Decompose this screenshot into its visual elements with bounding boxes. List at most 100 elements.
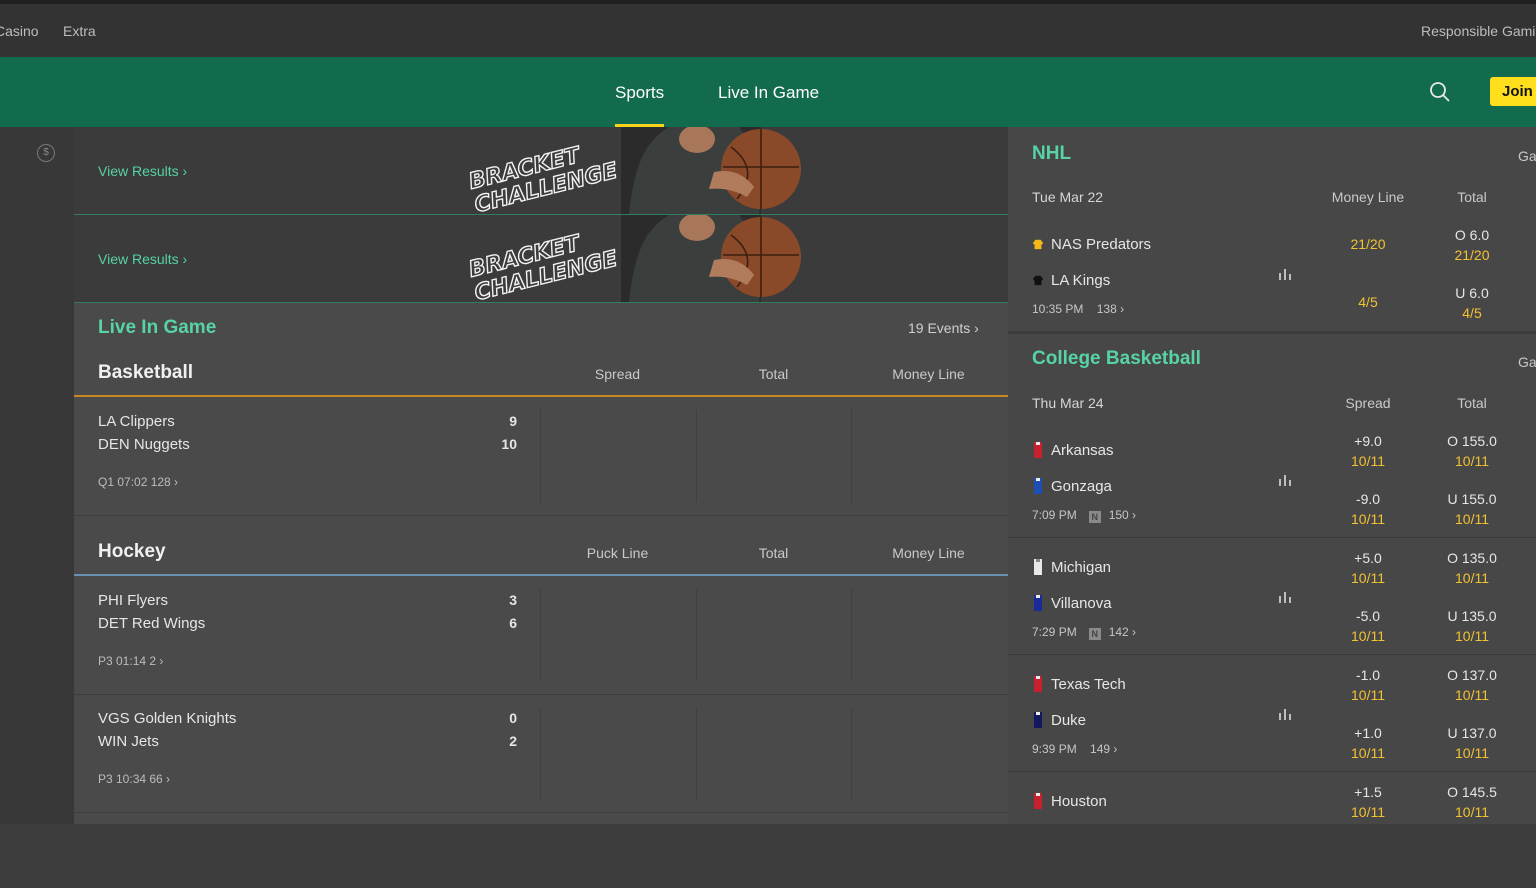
nav-casino-link[interactable]: Casino [0, 23, 39, 39]
game-row[interactable]: Arkansas Gonzaga 7:09 PM N 150 › +9.0 10/11… [1008, 421, 1536, 538]
divider [540, 707, 541, 799]
team-name: Michigan [1032, 559, 1111, 576]
nav-responsible-gaming-link[interactable]: Responsible Gaming [1421, 23, 1536, 39]
stats-bar-chart-icon[interactable] [1278, 268, 1292, 280]
divider [696, 589, 697, 681]
team-jersey-icon [1034, 595, 1042, 611]
league-more-link[interactable]: Ga [1518, 148, 1536, 164]
spread-odds[interactable]: +1.5 10/11 [1323, 783, 1413, 822]
col-header-spread: Spread [1345, 395, 1391, 411]
team-name: Arkansas [1032, 442, 1114, 459]
team-jersey-icon [1034, 559, 1042, 575]
markets-count-link[interactable]: 138 › [1097, 302, 1124, 316]
total-odds[interactable]: O 145.5 10/11 [1427, 783, 1517, 822]
tab-sports[interactable]: Sports [615, 83, 665, 127]
live-event-row[interactable]: VGS Golden Knights WIN Jets 0 2 P3 10:34… [74, 695, 1008, 813]
markets-count-link[interactable]: 149 › [1090, 742, 1117, 756]
view-results-link[interactable]: View Results › [98, 251, 187, 267]
divider [540, 589, 541, 681]
nav-extra-link[interactable]: Extra [63, 23, 96, 39]
spread-odds[interactable]: -1.0 10/11 [1323, 666, 1413, 705]
total-odds[interactable]: O 6.0 21/20 [1427, 226, 1517, 265]
team-jersey-icon [1034, 676, 1042, 692]
total-odds[interactable]: O 155.0 10/11 [1427, 432, 1517, 471]
event-meta[interactable]: P3 10:34 66 › [98, 772, 170, 786]
game-row[interactable]: NAS Predators LA Kings 10:35 PM 138 › 21… [1008, 215, 1536, 332]
total-odds[interactable]: O 137.0 10/11 [1427, 666, 1517, 705]
view-results-link[interactable]: View Results › [98, 163, 187, 179]
bracket-banner[interactable]: View Results › BRACKET CHALLENGE [74, 215, 1008, 303]
team-jersey-icon [1034, 712, 1042, 728]
divider [540, 410, 541, 502]
total-odds[interactable]: U 6.0 4/5 [1427, 284, 1517, 323]
spread-odds[interactable]: -5.0 10/11 [1323, 607, 1413, 646]
hockey-header: Hockey Puck Line Total Money Line [74, 532, 1008, 576]
basketball-header: Basketball Spread Total Money Line [74, 353, 1008, 397]
search-icon[interactable] [1428, 80, 1452, 104]
team-name: DEN Nuggets [98, 436, 190, 453]
spread-odds[interactable]: -9.0 10/11 [1323, 490, 1413, 529]
section-divider [1008, 332, 1536, 334]
col-header-money-line: Money Line [1331, 189, 1405, 205]
money-line-odds[interactable]: 21/20 [1323, 234, 1413, 254]
spread-odds[interactable]: +5.0 10/11 [1323, 549, 1413, 588]
spread-odds[interactable]: +9.0 10/11 [1323, 432, 1413, 471]
league-more-link[interactable]: Ga [1518, 354, 1536, 370]
neutral-site-badge: N [1088, 628, 1101, 640]
divider [851, 410, 852, 502]
team-name: Gonzaga [1032, 478, 1112, 495]
live-event-row[interactable]: LA Clippers DEN Nuggets 9 10 Q1 07:02 12… [74, 398, 1008, 516]
team-score: 6 [509, 615, 517, 631]
total-odds[interactable]: O 135.0 10/11 [1427, 549, 1517, 588]
featured-panel: NHL Ga Tue Mar 22 Money Line Total NAS P… [1008, 127, 1536, 824]
team-jersey-icon [1034, 478, 1042, 494]
divider [696, 410, 697, 502]
col-header-total: Total [758, 545, 789, 561]
event-meta[interactable]: P3 01:14 2 › [98, 654, 163, 668]
divider [851, 707, 852, 799]
neutral-site-badge: N [1088, 511, 1101, 523]
team-name: Houston [1032, 793, 1107, 810]
col-header-total: Total [1457, 189, 1487, 205]
team-score: 3 [509, 592, 517, 608]
league-title-college-basketball[interactable]: College Basketball [1032, 348, 1201, 370]
money-line-odds[interactable]: 4/5 [1323, 292, 1413, 312]
date-label: Thu Mar 24 [1032, 395, 1104, 411]
team-name: Texas Tech [1032, 676, 1126, 693]
team-name: NAS Predators [1032, 236, 1151, 253]
team-score: 9 [509, 413, 517, 429]
team-jersey-icon [1032, 275, 1044, 286]
spread-odds[interactable]: +1.0 10/11 [1323, 724, 1413, 763]
game-row[interactable]: Texas Tech Duke 9:39 PM 149 › -1.0 10/11 … [1008, 655, 1536, 772]
team-name: Villanova [1032, 595, 1112, 612]
game-row[interactable]: Houston +1.5 10/11 O 145.5 10/11 [1008, 772, 1536, 888]
stats-bar-chart-icon[interactable] [1278, 591, 1292, 603]
team-name: PHI Flyers [98, 592, 169, 609]
team-score: 2 [509, 733, 517, 749]
join-button[interactable]: Join [1490, 77, 1536, 106]
league-title-nhl[interactable]: NHL [1032, 143, 1071, 165]
col-header-money-line: Money Line [892, 545, 965, 561]
live-event-row[interactable]: PHI Flyers DET Red Wings 3 6 P3 01:14 2 … [74, 577, 1008, 695]
col-header-puck-line: Puck Line [586, 545, 649, 561]
team-score: 10 [501, 436, 517, 452]
game-row[interactable]: Michigan Villanova 7:29 PM N 142 › +5.0 10/… [1008, 538, 1536, 655]
event-meta[interactable]: Q1 07:02 128 › [98, 475, 178, 489]
live-in-game-title: Live In Game [98, 317, 217, 338]
total-odds[interactable]: U 155.0 10/11 [1427, 490, 1517, 529]
events-count-link[interactable]: 19 Events › [908, 320, 979, 336]
total-odds[interactable]: U 137.0 10/11 [1427, 724, 1517, 763]
markets-count-link[interactable]: 142 › [1109, 625, 1136, 639]
dollar-coin-icon[interactable]: $ [37, 144, 55, 162]
tab-live-in-game[interactable]: Live In Game [718, 83, 819, 103]
main-nav: Sports Live In Game Join [0, 57, 1536, 127]
bracket-banner[interactable]: View Results › BRACKET CHALLENGE [74, 127, 1008, 215]
game-time: 7:29 PM N 142 › [1032, 625, 1137, 640]
col-header-total: Total [1457, 395, 1487, 411]
markets-count-link[interactable]: 150 › [1109, 508, 1136, 522]
stats-bar-chart-icon[interactable] [1278, 474, 1292, 486]
team-jersey-icon [1032, 239, 1044, 250]
team-name: DET Red Wings [98, 615, 206, 632]
total-odds[interactable]: U 135.0 10/11 [1427, 607, 1517, 646]
stats-bar-chart-icon[interactable] [1278, 708, 1292, 720]
